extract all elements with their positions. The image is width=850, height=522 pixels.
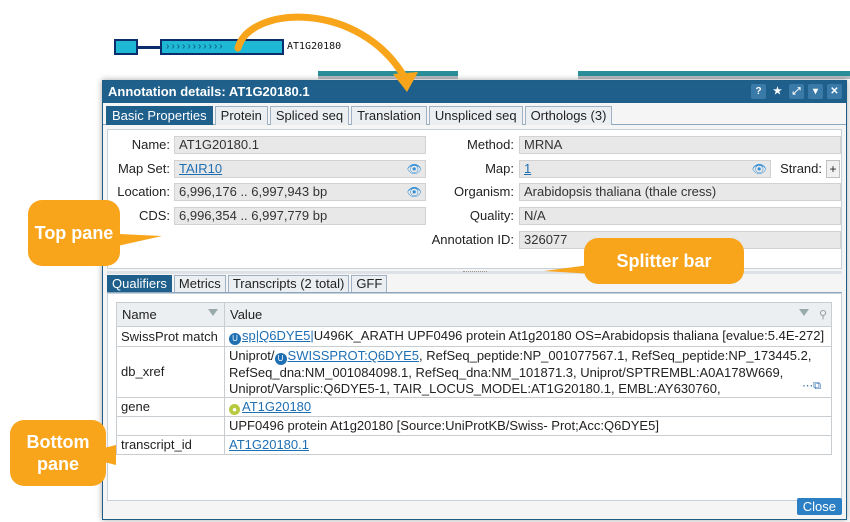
tab-orthologs[interactable]: Orthologs (3) <box>524 106 613 125</box>
bottom-pane-callout: Bottom pane <box>10 420 106 486</box>
row-value: UPF0496 protein At1g20180 [Source:UniPro… <box>224 416 832 436</box>
strand-value: + <box>826 160 840 178</box>
cds-field: 6,996,354 .. 6,997,779 bp <box>174 207 426 225</box>
background-track <box>318 71 458 76</box>
strand-label: Strand: <box>780 161 822 176</box>
mapset-field: TAIR10 👁 <box>174 160 426 178</box>
exon-block <box>114 39 138 55</box>
gene-icon: ● <box>229 404 240 415</box>
annotation-id-label: Annotation ID: <box>431 232 514 247</box>
row-value: ● AT1G20180 <box>224 397 832 417</box>
table-row[interactable]: UPF0496 protein At1g20180 [Source:UniPro… <box>116 416 832 436</box>
eye-icon[interactable]: 👁 <box>752 161 767 177</box>
cds-value: 6,996,354 .. 6,997,779 bp <box>179 208 328 223</box>
row-value: AT1G20180.1 <box>224 435 832 455</box>
tab-translation[interactable]: Translation <box>351 106 427 125</box>
location-field: 6,996,176 .. 6,997,943 bp 👁 <box>174 183 426 201</box>
tab-qualifiers[interactable]: Qualifiers <box>107 275 172 292</box>
row-value: Uniprot/U SWISSPROT:Q6DYE5, RefSeq_peptid… <box>224 346 832 398</box>
row-name: transcript_id <box>116 435 225 455</box>
table-row[interactable]: transcript_id AT1G20180.1 <box>116 435 832 455</box>
name-field: AT1G20180.1 <box>174 136 426 154</box>
chevron-down-icon[interactable]: ▾ <box>808 84 823 99</box>
background-track <box>578 71 850 76</box>
column-value-label: Value <box>230 307 263 322</box>
map-label: Map: <box>485 161 514 176</box>
tab-basic-properties[interactable]: Basic Properties <box>106 106 213 125</box>
tab-spliced-seq[interactable]: Spliced seq <box>269 106 350 125</box>
row-name: SwissProt match <box>116 326 225 347</box>
help-icon[interactable]: ? <box>751 84 766 99</box>
maximize-icon[interactable]: ⤢ <box>789 84 804 99</box>
filter-icon[interactable] <box>208 309 218 316</box>
column-header-value[interactable]: Value ⚲ <box>224 302 832 327</box>
location-label: Location: <box>117 184 170 199</box>
method-field: MRNA <box>519 136 841 154</box>
window-titlebar[interactable]: Annotation details: AT1G20180.1 ? ★ ⤢ ▾ … <box>103 81 846 103</box>
annotation-details-window: Annotation details: AT1G20180.1 ? ★ ⤢ ▾ … <box>102 80 847 520</box>
row-name: gene <box>116 397 225 417</box>
filter-icon[interactable] <box>799 309 809 316</box>
swissprot-xref-link[interactable]: SWISSPROT:Q6DYE5 <box>288 348 419 363</box>
name-label: Name: <box>131 137 170 152</box>
table-row[interactable]: SwissProt match Usp|Q6DYE5|U496K_ARATH U… <box>116 326 832 347</box>
tab-protein[interactable]: Protein <box>214 106 268 125</box>
organism-field: Arabidopsis thaliana (thale cress) <box>519 183 841 201</box>
map-field: 1 👁 <box>519 160 771 178</box>
annotation-id-value: 326077 <box>524 232 568 247</box>
pin-icon[interactable]: ★ <box>770 84 785 99</box>
organism-value: Arabidopsis thaliana (thale cress) <box>524 184 717 199</box>
intron-line <box>138 46 160 49</box>
mapset-link[interactable]: TAIR10 <box>179 161 222 176</box>
map-link[interactable]: 1 <box>524 161 531 176</box>
more-icon[interactable]: ⋯⧉ <box>800 378 823 394</box>
splitter-grip[interactable] <box>463 271 487 274</box>
close-icon[interactable]: ✕ <box>827 84 842 99</box>
uniprot-icon: U <box>229 333 241 345</box>
table-row[interactable]: db_xref Uniprot/U SWISSPROT:Q6DYE5, RefSe… <box>116 346 832 398</box>
method-value: MRNA <box>524 137 563 152</box>
column-header-name[interactable]: Name <box>116 302 225 327</box>
mapset-label: Map Set: <box>117 161 170 176</box>
quality-value: N/A <box>524 208 546 223</box>
location-value: 6,996,176 .. 6,997,943 bp <box>179 184 328 199</box>
transcript-link[interactable]: AT1G20180.1 <box>229 437 309 452</box>
table-row[interactable]: gene ● AT1G20180 <box>116 397 832 417</box>
xref-wrap: Uniprot/U SWISSPROT:Q6DYE5, RefSeq_peptid… <box>229 348 827 396</box>
tab-metrics[interactable]: Metrics <box>173 275 226 292</box>
uniprot-icon: U <box>274 353 287 365</box>
row-name: db_xref <box>116 346 225 398</box>
search-icon[interactable]: ⚲ <box>819 308 827 321</box>
tab-gff[interactable]: GFF <box>351 275 388 292</box>
quality-field: N/A <box>519 207 841 225</box>
swissprot-text: U496K_ARATH UPF0496 protein At1g20180 OS… <box>313 328 825 343</box>
gene-label: AT1G20180 <box>287 41 342 52</box>
name-value: AT1G20180.1 <box>179 137 259 152</box>
organism-label: Organism: <box>454 184 514 199</box>
splitter-callout: Splitter bar <box>584 238 744 284</box>
gene-link[interactable]: AT1G20180 <box>242 399 311 414</box>
tab-unspliced-seq[interactable]: Unspliced seq <box>428 106 523 125</box>
bottom-pane: Name Value ⚲ SwissProt match Usp|Q6DYE5|U… <box>107 293 842 501</box>
gene-model-glyph[interactable]: ››››››››››› <box>114 39 284 55</box>
swissprot-link[interactable]: sp|Q6DYE5| <box>242 328 314 343</box>
top-pane-callout: Top pane <box>28 200 120 266</box>
window-title: Annotation details: AT1G20180.1 <box>108 84 310 99</box>
top-tab-bar: Basic Properties Protein Spliced seq Tra… <box>103 103 846 125</box>
method-label: Method: <box>467 137 514 152</box>
exon-block: ››››››››››› <box>160 39 284 55</box>
column-name-label: Name <box>122 307 157 322</box>
row-value: Usp|Q6DYE5|U496K_ARATH UPF0496 protein A… <box>224 326 832 347</box>
close-button[interactable]: Close <box>796 498 842 515</box>
xref-prefix: Uniprot/ <box>229 348 275 363</box>
qualifiers-grid: Name Value ⚲ SwissProt match Usp|Q6DYE5|U… <box>116 302 832 455</box>
tab-transcripts[interactable]: Transcripts (2 total) <box>227 275 350 292</box>
row-name <box>116 416 225 436</box>
quality-label: Quality: <box>469 208 514 223</box>
